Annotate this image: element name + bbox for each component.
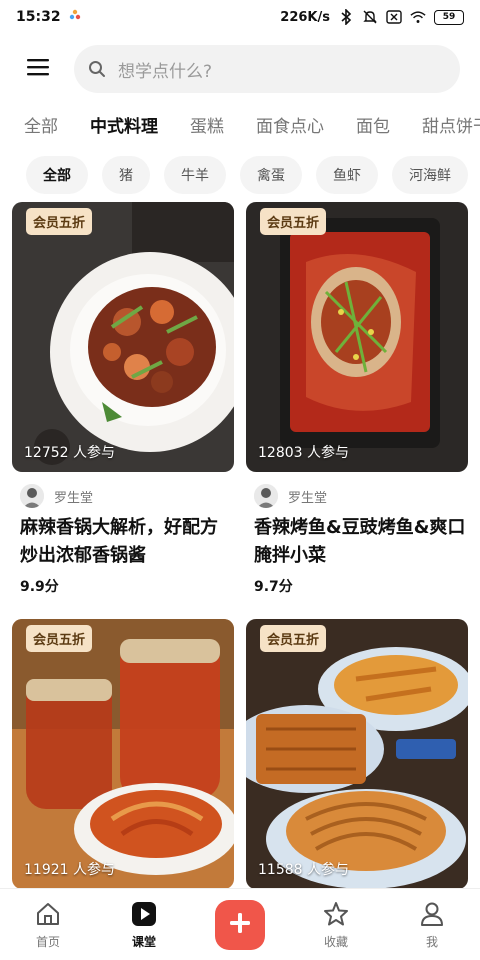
bottom-nav: 首页 课堂 收藏 我: [0, 888, 480, 960]
chip-beef-lamb[interactable]: 牛羊: [164, 156, 226, 194]
wifi-icon: [410, 9, 426, 25]
app-notification-icon: [69, 9, 81, 25]
tab-chinese-cuisine[interactable]: 中式料理: [90, 112, 158, 137]
search-placeholder: 想学点什么?: [118, 61, 213, 82]
tab-bread[interactable]: 面包: [356, 112, 390, 137]
search-input[interactable]: 想学点什么?: [74, 45, 460, 93]
participants-count: 12752 人参与: [24, 445, 115, 461]
course-image: 会员五折 11921 人参与: [12, 619, 234, 889]
category-tabs: 全部 中式料理 蛋糕 面食点心 面包 甜点饼干: [0, 106, 480, 142]
nav-add[interactable]: [192, 899, 288, 950]
net-speed: 226K/s: [280, 9, 330, 25]
nav-classroom-label: 课堂: [131, 935, 156, 949]
nav-me[interactable]: 我: [384, 899, 480, 950]
nav-favorites-label: 收藏: [323, 935, 348, 949]
author-name: 罗生堂: [54, 490, 94, 506]
filter-chips: 全部 猪 牛羊 禽蛋 鱼虾 河海鲜: [0, 156, 480, 194]
status-bar: 15:32 226K/s 59: [0, 0, 480, 34]
nav-classroom[interactable]: 课堂: [96, 899, 192, 950]
home-icon: [33, 899, 63, 929]
nav-home[interactable]: 首页: [0, 899, 96, 950]
star-icon: [321, 899, 351, 929]
nav-home-label: 首页: [35, 935, 60, 949]
course-image: 会员五折 12752 人参与: [12, 202, 234, 472]
course-card[interactable]: 会员五折 12803 人参与 罗生堂 香辣烤鱼&豆豉烤鱼&爽口腌拌小菜 9.7分: [246, 202, 468, 596]
header: 想学点什么?: [0, 42, 480, 96]
course-card[interactable]: 会员五折 11588 人参与: [246, 619, 468, 889]
course-title: 香辣烤鱼&豆豉烤鱼&爽口腌拌小菜: [254, 517, 466, 566]
member-discount-badge: 会员五折: [26, 625, 93, 652]
user-icon: [417, 899, 447, 929]
chip-poultry-egg[interactable]: 禽蛋: [240, 156, 302, 194]
author: 罗生堂: [246, 484, 468, 508]
course-image: 会员五折 11588 人参与: [246, 619, 468, 889]
course-image: 会员五折 12803 人参与: [246, 202, 468, 472]
avatar: [254, 484, 278, 508]
chip-seafood[interactable]: 河海鲜: [392, 156, 468, 194]
search-icon: [88, 59, 108, 79]
add-button[interactable]: [215, 899, 265, 950]
bluetooth-icon: [338, 9, 354, 25]
course-title: 麻辣香锅大解析，好配方炒出浓郁香锅酱: [20, 517, 218, 566]
course-score: 9.9分: [20, 579, 59, 595]
course-score: 9.7分: [254, 579, 293, 595]
play-icon: [129, 899, 159, 929]
hamburger-icon: [27, 58, 49, 80]
status-time: 15:32: [16, 9, 61, 25]
chip-all[interactable]: 全部: [26, 156, 88, 194]
chip-pork[interactable]: 猪: [102, 156, 150, 194]
member-discount-badge: 会员五折: [260, 625, 327, 652]
nav-me-label: 我: [425, 935, 438, 949]
battery-indicator: 59: [434, 9, 464, 25]
plus-icon: [229, 912, 251, 938]
tab-cake[interactable]: 蛋糕: [190, 112, 224, 137]
course-card[interactable]: 会员五折 12752 人参与 罗生堂 麻辣香锅大解析，好配方炒出浓郁香锅酱 9.…: [12, 202, 234, 596]
course-card[interactable]: 会员五折 11921 人参与: [12, 619, 234, 889]
tab-dessert-cookies[interactable]: 甜点饼干: [422, 112, 480, 137]
member-discount-badge: 会员五折: [260, 208, 327, 235]
nav-favorites[interactable]: 收藏: [288, 899, 384, 950]
tab-pastry[interactable]: 面食点心: [256, 112, 324, 137]
participants-count: 11921 人参与: [24, 862, 115, 878]
chip-fish-shrimp[interactable]: 鱼虾: [316, 156, 378, 194]
tab-all[interactable]: 全部: [24, 112, 58, 137]
member-discount-badge: 会员五折: [26, 208, 93, 235]
author-name: 罗生堂: [288, 490, 328, 506]
menu-button[interactable]: [24, 55, 52, 83]
avatar: [20, 484, 44, 508]
author: 罗生堂: [12, 484, 234, 508]
participants-count: 12803 人参与: [258, 445, 349, 461]
mute-bell-icon: [362, 9, 378, 25]
participants-count: 11588 人参与: [258, 862, 349, 878]
sim-disabled-icon: [386, 9, 402, 25]
